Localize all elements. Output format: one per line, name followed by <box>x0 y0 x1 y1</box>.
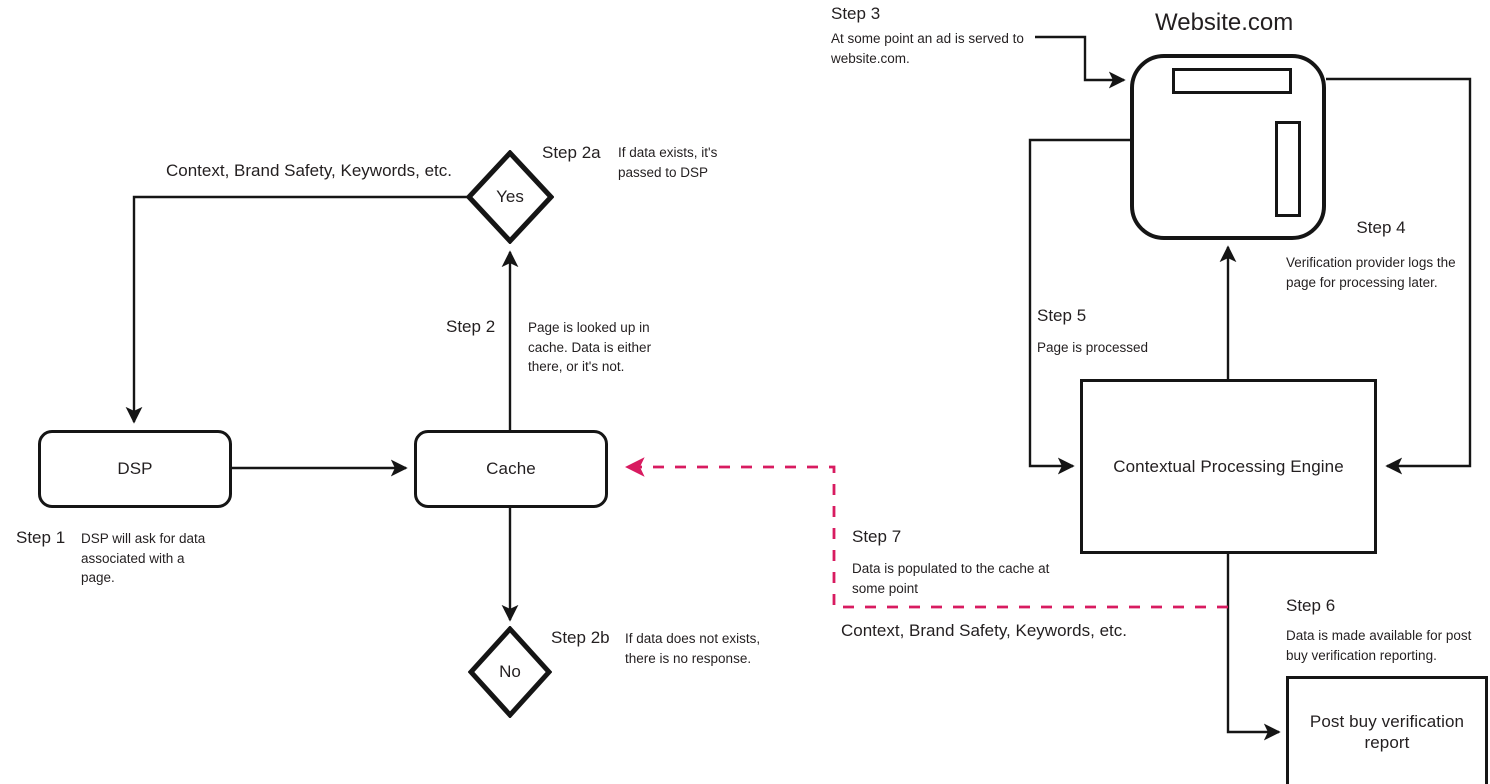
step-2a-desc: If data exists, it's passed to DSP <box>618 145 718 180</box>
caption-step-1: Step 1 DSP will ask for data associated … <box>16 528 266 585</box>
caption-step-2: Step 2 Page is looked up in cache. Data … <box>446 317 696 374</box>
node-contextual-processing-engine[interactable]: Contextual Processing Engine <box>1080 379 1377 554</box>
node-post-buy-verification-report[interactable]: Post buy verification report <box>1286 676 1488 784</box>
node-cache-label: Cache <box>486 459 536 479</box>
website-ad-slot-banner <box>1172 68 1292 94</box>
step-4-desc: Verification provider logs the page for … <box>1286 255 1456 290</box>
caption-step-3: Step 3 At some point an ad is served to … <box>831 4 1061 69</box>
step-7-title: Step 7 <box>852 527 902 546</box>
wire-label-context-right: Context, Brand Safety, Keywords, etc. <box>841 621 1127 640</box>
step-3-desc: At some point an ad is served to website… <box>831 31 1024 66</box>
caption-step-4: Step 4 Verification provider logs the pa… <box>1286 218 1490 293</box>
caption-step-7: Step 7 Data is populated to the cache at… <box>852 527 1082 599</box>
wire-yes-to-dsp <box>125 195 468 424</box>
node-report-label: Post buy verification report <box>1309 711 1465 752</box>
step-6-desc: Data is made available for post buy veri… <box>1286 628 1472 663</box>
node-yes-label: Yes <box>496 187 524 206</box>
node-dsp-label: DSP <box>117 459 153 479</box>
node-website-title: Website.com <box>1155 9 1294 36</box>
step-1-desc: DSP will ask for data associated with a … <box>81 531 206 586</box>
wire-label-context-left: Context, Brand Safety, Keywords, etc. <box>166 161 452 180</box>
step-2b-desc: If data does not exists, there is no res… <box>625 631 761 666</box>
step-7-desc: Data is populated to the cache at some p… <box>852 561 1050 596</box>
node-dsp[interactable]: DSP <box>38 430 232 508</box>
diagram-canvas: DSP Cache Yes No Context, Brand Safety, … <box>0 0 1490 784</box>
caption-step-6: Step 6 Data is made available for post b… <box>1286 596 1490 666</box>
step-4-title: Step 4 <box>1356 218 1406 237</box>
node-website-device[interactable] <box>1130 54 1326 240</box>
caption-step-2b: Step 2b If data does not exists, there i… <box>551 628 851 666</box>
step-3-title: Step 3 <box>831 4 881 23</box>
step-5-title: Step 5 <box>1037 306 1087 325</box>
step-6-title: Step 6 <box>1286 596 1336 615</box>
node-no-decision[interactable]: No <box>468 626 552 718</box>
step-2-desc: Page is looked up in cache. Data is eith… <box>528 320 652 375</box>
node-yes-decision[interactable]: Yes <box>466 150 554 244</box>
node-no-label: No <box>499 662 521 681</box>
node-engine-label: Contextual Processing Engine <box>1113 456 1344 476</box>
website-ad-slot-skyscraper <box>1275 121 1301 217</box>
caption-step-2a: Step 2a If data exists, it's passed to D… <box>542 143 802 180</box>
step-5-desc: Page is processed <box>1037 340 1149 356</box>
node-cache[interactable]: Cache <box>414 430 608 508</box>
caption-step-5: Step 5 Page is processed <box>1037 306 1247 358</box>
wire-engine-to-report <box>1226 554 1281 741</box>
